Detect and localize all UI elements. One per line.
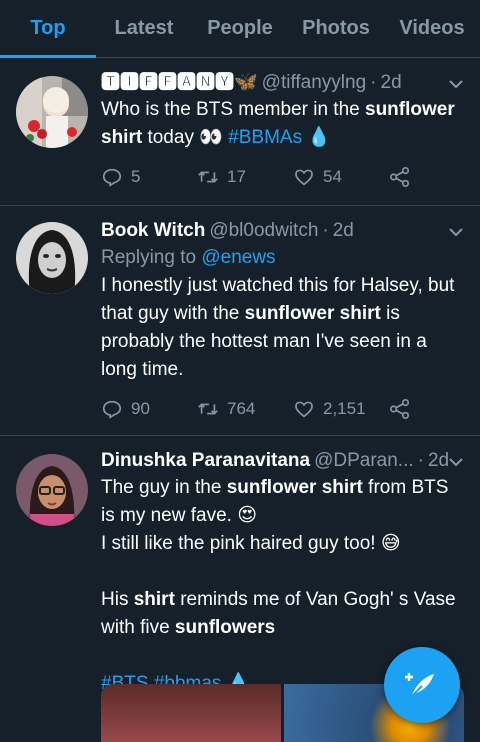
tweet-text-part: I still like the pink haired guy too! 😅 [101, 533, 401, 554]
tweet-text-part: today 👀 [142, 127, 229, 148]
retweet-icon [198, 171, 218, 183]
chevron-down-icon[interactable] [446, 452, 466, 472]
tweet-text-bold: sunflower shirt [226, 477, 363, 498]
heart-icon [295, 169, 313, 186]
tab-photos[interactable]: Photos [288, 0, 384, 57]
replying-to: Replying to @enews [101, 244, 464, 272]
user-handle[interactable]: @DParan... [314, 448, 414, 474]
tweet-text-bold: shirt [133, 589, 175, 610]
tweet-text-bold: sunflowers [174, 617, 276, 638]
share-button[interactable] [389, 398, 419, 420]
display-name[interactable]: 🆃🅸🅵🅵🅰🅽🆈🦋 [101, 70, 258, 96]
tweet-text: Who is the BTS member in the sunflower s… [101, 96, 464, 152]
share-icon [390, 167, 410, 187]
media-image-1[interactable] [101, 684, 281, 742]
tab-top[interactable]: Top [0, 0, 96, 58]
reply-count: 90 [131, 399, 150, 418]
separator-dot: · [322, 220, 329, 241]
tab-latest[interactable]: Latest [96, 0, 192, 57]
retweet-count: 764 [227, 399, 256, 418]
avatar[interactable] [16, 222, 88, 294]
reply-button[interactable]: 5 [101, 166, 197, 188]
search-tabs: Top Latest People Photos Videos [0, 0, 480, 58]
retweet-button[interactable]: 17 [197, 166, 293, 188]
tweet-actions: 90 764 2,151 [101, 384, 464, 434]
reply-count: 5 [131, 167, 141, 186]
reply-button[interactable]: 90 [101, 398, 197, 420]
tweet-text: I honestly just watched this for Halsey,… [101, 272, 464, 384]
tab-videos[interactable]: Videos [384, 0, 480, 57]
hashtag-link[interactable]: #BBMAs 💧 [228, 127, 331, 148]
avatar[interactable] [16, 454, 88, 526]
reply-icon [102, 400, 122, 419]
retweet-count: 17 [227, 167, 246, 186]
tweet-header: 🆃🅸🅵🅵🅰🅽🆈🦋 @tiffanyylng · 2d [101, 70, 464, 96]
tweet-text-part: His [101, 589, 134, 610]
timestamp: 2d [380, 72, 402, 93]
avatar[interactable] [16, 76, 88, 148]
tweet-header: Book Witch @bl0odwitch · 2d [101, 218, 464, 244]
separator-dot: · [370, 72, 377, 93]
share-icon [390, 399, 410, 419]
like-count: 2,151 [323, 399, 366, 418]
compose-feather-icon [405, 673, 434, 698]
display-name[interactable]: Book Witch [101, 218, 205, 244]
tweet-header: Dinushka Paranavitana @DParan... · 2d [101, 448, 464, 474]
chevron-down-icon[interactable] [446, 74, 466, 94]
chevron-down-icon[interactable] [446, 222, 466, 242]
tweet[interactable]: Book Witch @bl0odwitch · 2d Replying to … [0, 206, 480, 436]
user-handle[interactable]: @tiffanyylng [262, 70, 367, 96]
retweet-icon [198, 403, 218, 415]
display-name[interactable]: Dinushka Paranavitana [101, 448, 310, 474]
tweet-text-part: The guy in the [101, 477, 227, 498]
heart-icon [295, 401, 313, 418]
compose-tweet-button[interactable] [384, 647, 460, 723]
timestamp: 2d [332, 220, 354, 241]
user-handle[interactable]: @bl0odwitch [209, 218, 318, 244]
share-button[interactable] [389, 166, 419, 188]
retweet-button[interactable]: 764 [197, 398, 293, 420]
reply-icon [102, 168, 122, 187]
tweet-text-part: Who is the BTS member in the [101, 99, 365, 120]
tweet[interactable]: 🆃🅸🅵🅵🅰🅽🆈🦋 @tiffanyylng · 2d Who is the BT… [0, 58, 480, 206]
like-button[interactable]: 2,151 [293, 398, 389, 420]
mention-link[interactable]: @enews [201, 247, 275, 268]
separator-dot: · [417, 450, 424, 471]
tweet-actions: 5 17 54 [101, 152, 464, 202]
replying-label: Replying to [101, 247, 197, 268]
tab-people[interactable]: People [192, 0, 288, 57]
tweet-text-bold: sunflower shirt [244, 303, 381, 324]
like-button[interactable]: 54 [293, 166, 389, 188]
like-count: 54 [323, 167, 342, 186]
